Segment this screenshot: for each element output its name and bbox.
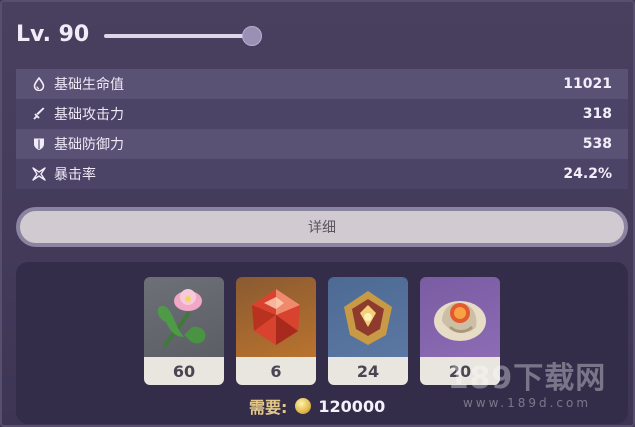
character-stats-panel: Lv. 90 基础生命值 11021 基础攻击力 318 基础防御力 538 暴… [0, 0, 635, 427]
cost-label: 需要: [249, 398, 288, 417]
level-slider-knob[interactable] [242, 26, 262, 46]
watermark: 189下载网 www.189d.com [427, 362, 627, 422]
material-count: 24 [328, 357, 408, 385]
stat-value: 11021 [563, 76, 612, 92]
mora-coin-icon [295, 398, 312, 414]
stat-value: 24.2% [563, 166, 612, 182]
cost-row: 需要: 120000 [249, 395, 386, 418]
details-button[interactable]: 详细 [16, 207, 628, 247]
stat-row-crit: 暴击率 24.2% [16, 159, 628, 189]
stat-row-hp: 基础生命值 11021 [16, 69, 628, 99]
stat-label: 基础攻击力 [54, 107, 124, 123]
red-gem-icon [236, 277, 316, 357]
watermark-main: 189下载网 [447, 361, 607, 396]
level-row: Lv. 90 [16, 20, 316, 52]
cost-value: 120000 [318, 396, 386, 416]
ornament-scale-icon [420, 277, 500, 357]
stat-row-atk: 基础攻击力 318 [16, 99, 628, 129]
drop-icon [32, 77, 46, 91]
material-card[interactable]: 6 [236, 277, 316, 385]
stat-value: 538 [582, 136, 612, 152]
sword-icon [32, 107, 46, 121]
material-count: 60 [144, 357, 224, 385]
material-card[interactable]: 24 [328, 277, 408, 385]
level-slider[interactable] [104, 26, 262, 46]
shield-icon [32, 137, 46, 151]
crit-star-icon [32, 167, 46, 181]
lotus-flower-icon [144, 277, 224, 357]
stat-label: 暴击率 [54, 167, 96, 183]
material-card[interactable]: 60 [144, 277, 224, 385]
material-count: 6 [236, 357, 316, 385]
stat-value: 318 [582, 106, 612, 122]
watermark-sub: www.189d.com [462, 396, 592, 410]
stat-label: 基础防御力 [54, 137, 124, 153]
level-label: Lv. 90 [16, 22, 90, 47]
stats-table: 基础生命值 11021 基础攻击力 318 基础防御力 538 暴击率 24.2… [16, 69, 628, 189]
stat-row-def: 基础防御力 538 [16, 129, 628, 159]
stat-label: 基础生命值 [54, 77, 124, 93]
gold-emblem-icon [328, 277, 408, 357]
